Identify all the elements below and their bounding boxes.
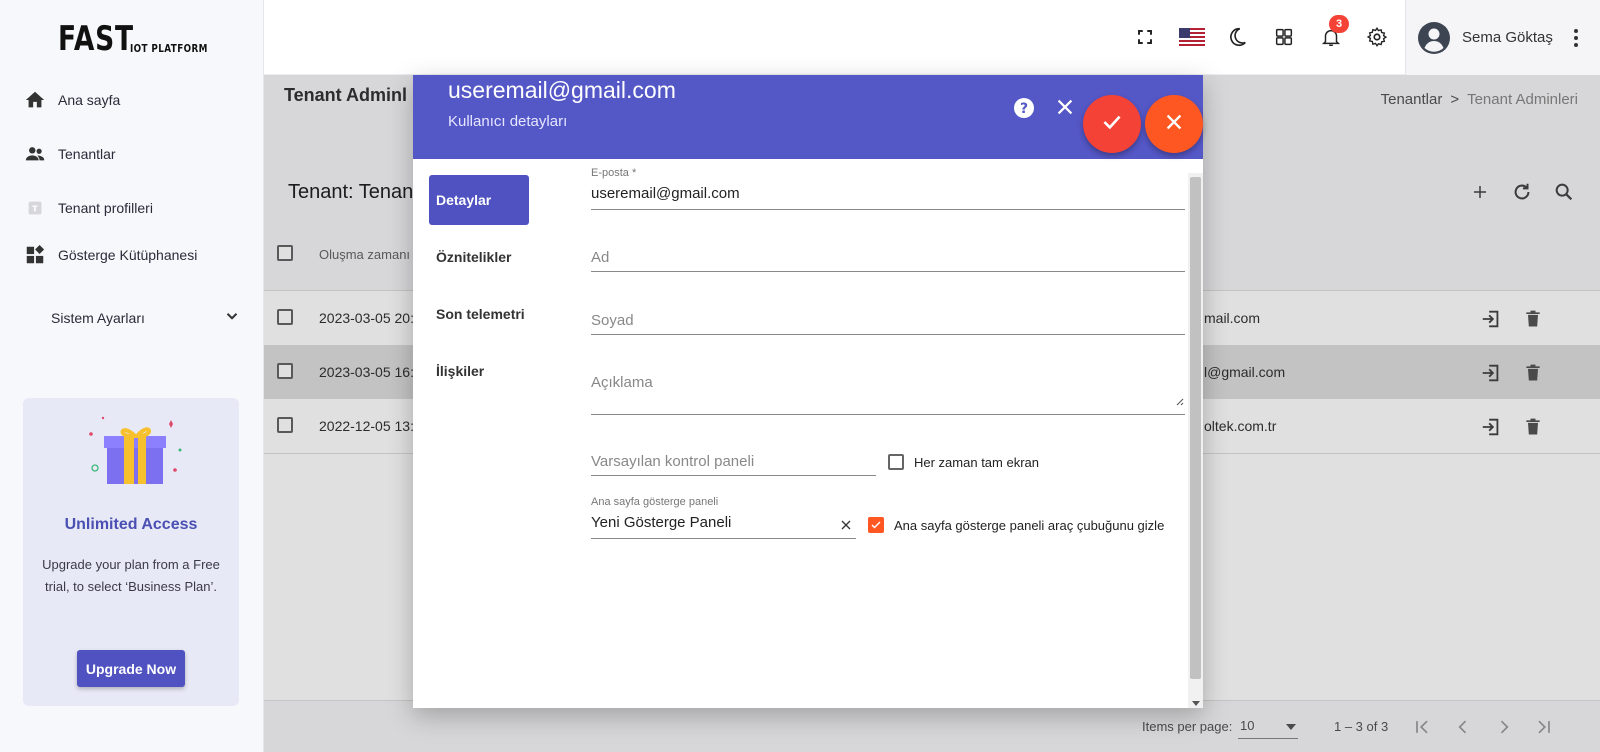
dialog-tabs: Detaylar Öznitelikler Son telemetri İliş… [429,175,569,403]
close-icon[interactable] [1054,96,1076,118]
dialog-title: useremail@gmail.com [448,77,676,103]
dialog-header: useremail@gmail.com Kullanıcı detayları … [413,75,1203,159]
user-menu[interactable]: Sema Göktaş [1405,0,1600,75]
tab-latest-telemetry[interactable]: Son telemetri [429,289,529,339]
description-textarea[interactable]: Açıklama [591,353,1185,415]
notification-count-badge: 3 [1329,15,1349,33]
resize-handle-icon[interactable] [1174,393,1184,411]
tenant-profile-icon: T [24,197,46,219]
sidebar: FAST IOT PLATFORM Ana sayfa Tenantlar T … [0,0,264,752]
promo-description: Upgrade your plan from a Free trial, to … [42,557,220,594]
sidebar-item-label: Ana sayfa [58,92,121,108]
tab-attributes[interactable]: Öznitelikler [429,232,529,282]
people-icon [24,143,46,165]
logo[interactable]: FAST IOT PLATFORM [58,18,227,58]
always-fullscreen-checkbox[interactable]: Her zaman tam ekran [888,454,1039,470]
hide-toolbar-checkbox[interactable]: Ana sayfa gösterge paneli araç çubuğunu … [868,517,1164,533]
email-value: useremail@gmail.com [591,185,740,202]
sidebar-item-tenants[interactable]: Tenantlar [24,140,116,168]
chevron-down-icon [223,307,241,328]
scrollbar-thumb[interactable] [1190,177,1201,679]
default-dashboard-field[interactable]: Varsayılan kontrol paneli [591,439,876,476]
sidebar-item-label: Tenant profilleri [58,200,153,216]
sidebar-item-widget-library[interactable]: Gösterge Kütüphanesi [24,241,197,269]
first-name-placeholder: Ad [591,249,610,266]
checkbox-box [888,454,904,470]
check-icon [1099,109,1125,140]
user-name: Sema Göktaş [1462,29,1553,46]
home-icon [24,89,46,111]
more-vert-icon[interactable] [1569,26,1583,50]
sidebar-item-label: Tenantlar [58,146,116,162]
scroll-down-arrow-icon[interactable] [1192,701,1200,706]
dark-mode-icon[interactable] [1224,24,1250,50]
fullscreen-icon[interactable] [1132,24,1158,50]
gift-icon [83,414,183,488]
close-icon [1163,111,1185,138]
default-dashboard-placeholder: Varsayılan kontrol paneli [591,453,755,470]
save-button[interactable] [1083,95,1141,153]
avatar [1418,21,1450,54]
svg-text:T: T [32,204,38,214]
sidebar-item-system-settings[interactable]: Sistem Ayarları [51,307,241,328]
sidebar-item-tenant-profiles[interactable]: T Tenant profilleri [24,194,153,222]
first-name-field[interactable]: Ad [591,229,1185,272]
svg-text:?: ? [1020,101,1028,117]
promo-title: Unlimited Access [64,516,198,533]
clear-icon[interactable] [840,518,852,536]
us-flag-icon[interactable] [1178,24,1206,50]
top-bar [264,0,1600,75]
widgets-icon [24,244,46,266]
tab-details[interactable]: Detaylar [429,175,529,225]
sidebar-item-label: Gösterge Kütüphanesi [58,247,198,263]
home-dashboard-label: Ana sayfa gösterge paneli [591,496,719,508]
logo-sub-text: IOT PLATFORM [130,42,208,55]
apps-grid-icon[interactable] [1271,24,1297,50]
email-field[interactable]: E-posta * useremail@gmail.com [591,167,1185,210]
description-placeholder: Açıklama [591,374,653,391]
sidebar-item-home[interactable]: Ana sayfa [24,86,120,114]
cancel-button[interactable] [1145,95,1203,153]
last-name-placeholder: Soyad [591,312,634,329]
upgrade-promo-card: Unlimited Access Upgrade your plan from … [23,398,239,706]
email-label: E-posta * [591,167,637,179]
sidebar-item-label: Sistem Ayarları [51,309,145,326]
hide-toolbar-label: Ana sayfa gösterge paneli araç çubuğunu … [894,517,1165,533]
help-icon[interactable]: ? [1012,96,1036,120]
dialog-subtitle: Kullanıcı detayları [448,113,568,130]
user-details-dialog: useremail@gmail.com Kullanıcı detayları … [413,75,1203,708]
last-name-field[interactable]: Soyad [591,292,1185,335]
checkbox-checked-icon [868,517,884,533]
home-dashboard-field[interactable]: Ana sayfa gösterge paneli Yeni Gösterge … [591,496,856,539]
logo-main-text: FAST [58,19,134,59]
settings-gear-icon[interactable] [1364,24,1390,50]
always-fullscreen-label: Her zaman tam ekran [914,454,1039,470]
upgrade-now-button[interactable]: Upgrade Now [77,650,185,687]
tab-relations[interactable]: İlişkiler [429,346,529,396]
dialog-scrollbar[interactable] [1188,173,1203,708]
home-dashboard-value: Yeni Gösterge Paneli [591,514,732,531]
